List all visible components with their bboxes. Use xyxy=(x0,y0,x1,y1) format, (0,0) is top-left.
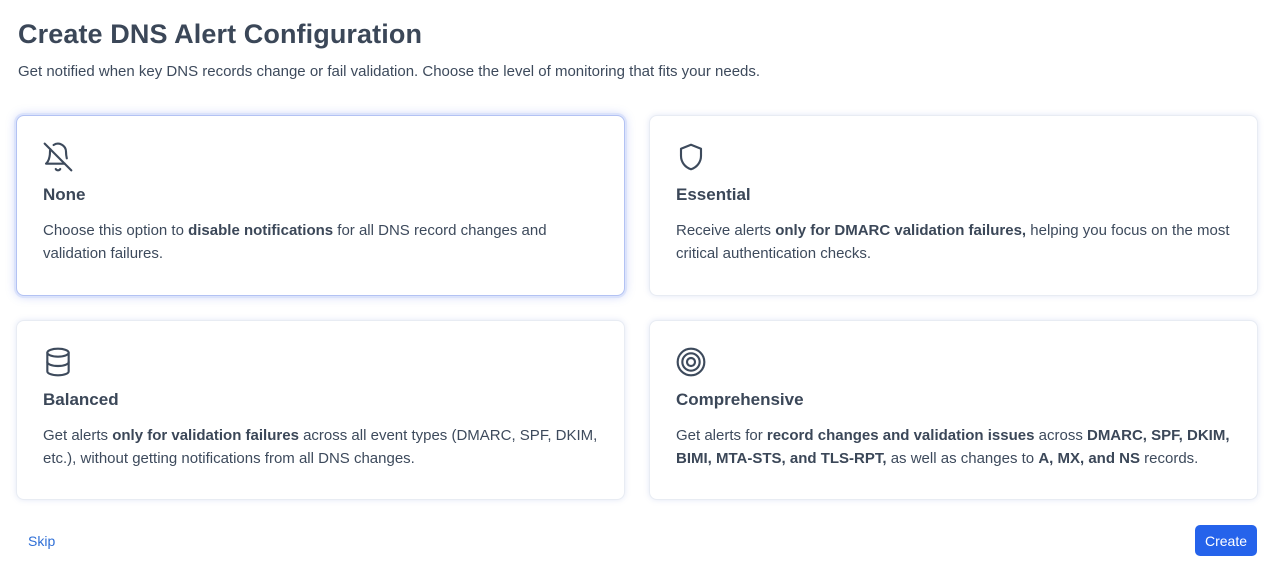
option-title: Essential xyxy=(676,185,751,204)
bell-off-icon xyxy=(42,141,74,173)
description-emphasis: only for validation failures xyxy=(112,427,299,444)
option-card-balanced[interactable]: Balanced Get alerts only for validation … xyxy=(16,320,625,500)
option-title: Comprehensive xyxy=(676,390,804,409)
skip-link[interactable]: Skip xyxy=(28,533,55,549)
option-description: Get alerts only for validation failures … xyxy=(43,427,598,467)
option-card-essential[interactable]: Essential Receive alerts only for DMARC … xyxy=(649,115,1258,296)
page-subtitle: Get notified when key DNS records change… xyxy=(18,63,761,80)
description-emphasis: only for DMARC validation failures, xyxy=(775,222,1027,239)
option-description: Choose this option to disable notificati… xyxy=(43,222,547,262)
description-emphasis: record changes and validation issues xyxy=(766,427,1035,444)
shield-icon xyxy=(675,141,707,173)
option-title: None xyxy=(43,185,86,204)
option-title: Balanced xyxy=(43,390,119,409)
target-icon xyxy=(675,346,707,378)
page-title: Create DNS Alert Configuration xyxy=(18,19,423,49)
description-emphasis: disable notifications xyxy=(188,222,334,239)
option-card-none[interactable]: None Choose this option to disable notif… xyxy=(16,115,625,296)
description-emphasis: A, MX, and NS xyxy=(1038,450,1140,467)
option-description: Get alerts for record changes and valida… xyxy=(676,427,1230,467)
option-card-comprehensive[interactable]: Comprehensive Get alerts for record chan… xyxy=(649,320,1258,500)
database-icon xyxy=(42,346,74,378)
dns-alert-config-page: Create DNS Alert Configuration Get notif… xyxy=(0,0,1277,573)
create-button[interactable]: Create xyxy=(1195,525,1257,556)
option-description: Receive alerts only for DMARC validation… xyxy=(676,222,1230,262)
